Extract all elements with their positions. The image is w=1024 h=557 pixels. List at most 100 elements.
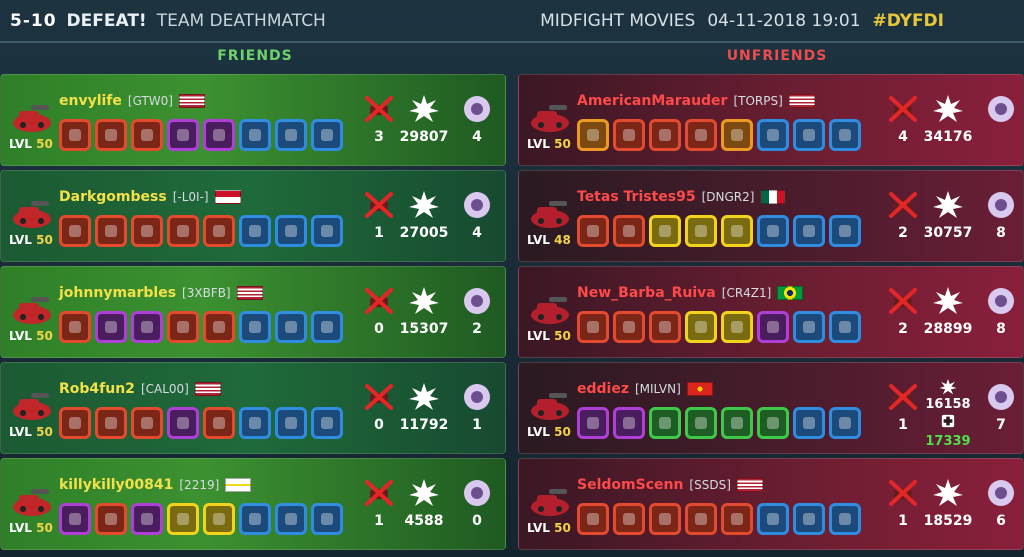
loadout-item-icon[interactable] [239,407,271,439]
loadout-item-icon[interactable] [203,407,235,439]
loadout-item-icon[interactable] [311,503,343,535]
clan-tag: [GTW0] [127,94,173,108]
player-row[interactable]: LVL 50 eddiez [MILVN] 1 16158 17339 7 [518,362,1024,454]
loadout-item-icon[interactable] [131,119,163,151]
loadout-item-icon[interactable] [721,119,753,151]
top-bar: 5-10 DEFEAT! TEAM DEATHMATCH MIDFIGHT MO… [0,0,1024,42]
loadout-item-icon[interactable] [275,119,307,151]
loadout-item-icon[interactable] [59,215,91,247]
loadout-item-icon[interactable] [275,503,307,535]
player-row[interactable]: LVL 50 envylife [GTW0] 3 29807 4 [0,74,506,166]
loadout-item-icon[interactable] [131,215,163,247]
loadout-item-icon[interactable] [721,311,753,343]
loadout-item-icon[interactable] [131,503,163,535]
loadout-item-icon[interactable] [275,311,307,343]
loadout-item-icon[interactable] [577,311,609,343]
loadout-item-icon[interactable] [721,215,753,247]
player-row[interactable]: LVL 50 Darkgombess [-L0I-] 1 27005 4 [0,170,506,262]
coins-stat: 4 [459,95,495,145]
loadout-item-icon[interactable] [793,119,825,151]
loadout-item-icon[interactable] [131,407,163,439]
loadout-item-icon[interactable] [311,119,343,151]
loadout-item-icon[interactable] [829,503,861,535]
loadout-item-icon[interactable] [685,311,717,343]
player-name-line: Tetas Tristes95 [DNGR2] [577,189,787,205]
loadout-item-icon[interactable] [59,407,91,439]
loadout-item-icon[interactable] [649,407,681,439]
loadout-item-icon[interactable] [275,407,307,439]
loadout-item-icon[interactable] [203,311,235,343]
loadout-item-icon[interactable] [577,215,609,247]
loadout-item-icon[interactable] [311,215,343,247]
player-row[interactable]: LVL 50 SeldomScenn [SSDS] 1 18529 6 [518,458,1024,550]
loadout-item-icon[interactable] [649,503,681,535]
loadout-item-icon[interactable] [829,215,861,247]
match-datetime: 04-11-2018 19:01 [707,11,861,31]
loadout-item-icon[interactable] [59,119,91,151]
loadout-item-icon[interactable] [239,119,271,151]
loadout-item-icon[interactable] [829,311,861,343]
loadout-item-icon[interactable] [649,119,681,151]
loadout-item-icon[interactable] [721,407,753,439]
loadout-item-icon[interactable] [311,311,343,343]
loadout-item-icon[interactable] [613,215,645,247]
loadout-item-icon[interactable] [829,119,861,151]
loadout-item-icon[interactable] [757,503,789,535]
loadout-item-icon[interactable] [829,407,861,439]
loadout-item-icon[interactable] [167,503,199,535]
loadout-item-icon[interactable] [203,119,235,151]
loadout-item-icon[interactable] [613,503,645,535]
loadout-item-icon[interactable] [131,311,163,343]
loadout-item-icon[interactable] [239,503,271,535]
loadout-item-icon[interactable] [275,215,307,247]
loadout-item-icon[interactable] [95,503,127,535]
loadout-item-icon[interactable] [239,311,271,343]
loadout-item-icon[interactable] [793,215,825,247]
player-row[interactable]: LVL 50 johnnymarbles [3XBFB] 0 15307 2 [0,266,506,358]
loadout-item-icon[interactable] [95,407,127,439]
player-name-line: Rob4fun2 [CAL00] [59,381,221,397]
loadout-item-icon[interactable] [95,311,127,343]
player-row[interactable]: LVL 50 New_Barba_Ruiva [CR4Z1] 2 28899 8 [518,266,1024,358]
loadout-item-icon[interactable] [167,311,199,343]
loadout-item-icon[interactable] [613,311,645,343]
loadout-item-icon[interactable] [577,503,609,535]
loadout-item-icon[interactable] [757,311,789,343]
player-row[interactable]: LVL 50 killykilly00841 [2219] 1 4588 0 [0,458,506,550]
loadout-item-icon[interactable] [685,407,717,439]
loadout-item-icon[interactable] [577,407,609,439]
loadout-item-icon[interactable] [167,119,199,151]
coins-stat: 2 [459,287,495,337]
loadout-item-icon[interactable] [59,503,91,535]
deaths-value: 3 [374,129,384,145]
loadout-item-icon[interactable] [757,407,789,439]
player-row[interactable]: LVL 48 Tetas Tristes95 [DNGR2] 2 30757 8 [518,170,1024,262]
loadout-item-icon[interactable] [95,119,127,151]
loadout-item-icon[interactable] [793,407,825,439]
loadout-item-icon[interactable] [613,119,645,151]
loadout-item-icon[interactable] [721,503,753,535]
loadout-item-icon[interactable] [203,215,235,247]
loadout-item-icon[interactable] [239,215,271,247]
loadout-item-icon[interactable] [577,119,609,151]
loadout-item-icon[interactable] [95,215,127,247]
loadout-item-icon[interactable] [203,503,235,535]
loadout-item-icon[interactable] [757,215,789,247]
player-name: envylife [59,93,122,109]
loadout-item-icon[interactable] [685,119,717,151]
loadout-item-icon[interactable] [59,311,91,343]
loadout-item-icon[interactable] [311,407,343,439]
loadout-item-icon[interactable] [757,119,789,151]
loadout-item-icon[interactable] [649,215,681,247]
player-row[interactable]: LVL 50 Rob4fun2 [CAL00] 0 11792 1 [0,362,506,454]
loadout-item-icon[interactable] [649,311,681,343]
loadout-item-icon[interactable] [613,407,645,439]
loadout-item-icon[interactable] [793,311,825,343]
loadout-item-icon[interactable] [685,503,717,535]
loadout-item-icon[interactable] [685,215,717,247]
loadout-item-icon[interactable] [167,407,199,439]
loadout-item-icon[interactable] [793,503,825,535]
damage-stat: 28899 [923,287,973,337]
player-row[interactable]: LVL 50 AmericanMarauder [TORPS] 4 34176 [518,74,1024,166]
loadout-item-icon[interactable] [167,215,199,247]
